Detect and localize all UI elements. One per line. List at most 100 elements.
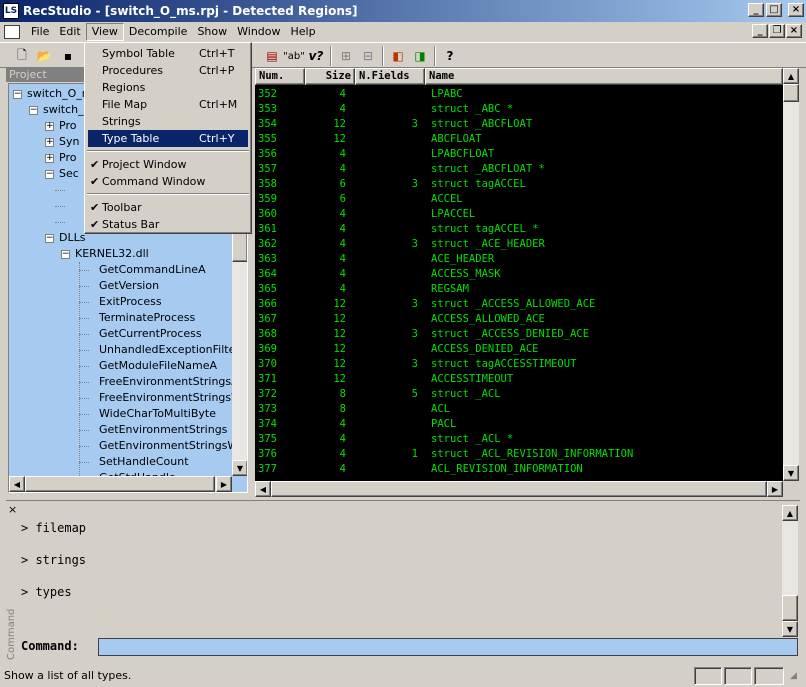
scroll-down-button[interactable]: ▼ [782,621,798,637]
table-horizontal-scrollbar[interactable]: ◀ ▶ [255,481,783,497]
menu-view[interactable]: View [85,23,124,41]
view-menu-item[interactable]: ✔ Project Window [88,156,248,173]
table-row[interactable]: 374 4 PACL [255,417,783,432]
menu-show[interactable]: Show [192,23,232,41]
tree-item[interactable]: Pro [59,118,76,134]
table-row[interactable]: 364 4 ACCESS_MASK [255,267,783,282]
scroll-up-button[interactable]: ▲ [783,68,799,84]
tree-item[interactable]: WideCharToMultiByte [99,406,216,422]
collapse-icon[interactable]: − [45,170,54,179]
menu-window[interactable]: Window [232,23,285,41]
tree-item[interactable]: SetHandleCount [99,454,189,470]
view-menu-item[interactable]: Type Table Ctrl+Y [88,130,248,147]
tree-item[interactable]: KERNEL32.dll [75,246,149,262]
save-icon[interactable]: ▪ [58,46,78,66]
variable-query-icon[interactable]: v? [306,46,326,66]
view-menu-item[interactable]: Symbol Table Ctrl+T [88,45,248,62]
scroll-down-button[interactable]: ▼ [232,460,247,476]
expand-icon[interactable]: + [45,138,54,147]
scroll-up-button[interactable]: ▲ [782,505,798,521]
scroll-right-button[interactable]: ▶ [767,481,783,497]
collapse-icon[interactable]: − [45,234,54,243]
document-icon[interactable]: ▤ [262,46,282,66]
regions-icon[interactable]: ⊟ [358,46,378,66]
col-size[interactable]: Size [305,68,355,85]
maximize-button[interactable]: □ [766,3,782,17]
table-row[interactable]: 363 4 ACE_HEADER [255,252,783,267]
table-row[interactable]: 366 12 3 struct _ACCESS_ALLOWED_ACE [255,297,783,312]
table-row[interactable]: 357 4 struct _ABCFLOAT * [255,162,783,177]
tree-item[interactable]: Sec [59,166,79,182]
view-menu-item[interactable]: Strings [88,113,248,130]
expand-icon[interactable]: + [45,154,54,163]
minimize-button[interactable]: _ [748,3,764,17]
tree-item[interactable]: GetEnvironmentStrings [99,422,227,438]
collapse-icon[interactable]: − [13,90,22,99]
mdi-restore-button[interactable]: ❐ [769,24,785,38]
mdi-close-button[interactable]: × [786,24,802,38]
view-menu-item[interactable]: ✔ Status Bar [88,216,248,233]
tree-item[interactable]: FreeEnvironmentStringsW [99,390,242,406]
collapse-icon[interactable]: − [61,250,70,259]
tree-item[interactable]: Syn [59,134,79,150]
scroll-thumb[interactable] [783,84,799,102]
tree-item[interactable]: TerminateProcess [99,310,195,326]
tree-item[interactable]: UnhandledExceptionFilter [99,342,240,358]
col-num[interactable]: Num. [255,68,305,85]
tree-item[interactable]: Pro [59,150,76,166]
table-row[interactable]: 358 6 3 struct tagACCEL [255,177,783,192]
command-vertical-scrollbar[interactable]: ▲ ▼ [782,505,798,637]
table-row[interactable]: 367 12 ACCESS_ALLOWED_ACE [255,312,783,327]
menu-file[interactable]: File [26,23,54,41]
tree-item[interactable]: ExitProcess [99,294,162,310]
scroll-left-button[interactable]: ◀ [255,481,271,497]
tree-item[interactable]: GetEnvironmentStringsW [99,438,238,454]
close-button[interactable]: × [788,3,804,17]
table-row[interactable]: 369 12 ACCESS_DENIED_ACE [255,342,783,357]
table-row[interactable]: 353 4 struct _ABC * [255,102,783,117]
tree-item[interactable]: DLLs [59,230,85,246]
table-row[interactable]: 371 12 ACCESSTIMEOUT [255,372,783,387]
view-menu-item[interactable]: Procedures Ctrl+P [88,62,248,79]
tree-item[interactable]: GetModuleFileNameA [99,358,217,374]
table-row[interactable]: 375 4 struct _ACL * [255,432,783,447]
table-row[interactable]: 356 4 LPABCFLOAT [255,147,783,162]
table-row[interactable]: 377 4 ACL_REVISION_INFORMATION [255,462,783,477]
tree-item[interactable]: FreeEnvironmentStringsA [99,374,239,390]
scroll-left-button[interactable]: ◀ [9,476,25,492]
view-menu-item[interactable]: ✔ Command Window [88,173,248,190]
windows-icon[interactable]: ◧ [388,46,408,66]
col-name[interactable]: Name [425,68,783,85]
tree-item[interactable]: switch_O_r [27,86,86,102]
table-row[interactable]: 360 4 LPACCEL [255,207,783,222]
types-table[interactable]: 352 4 LPABC 353 4 struct _ABC * 354 12 3 struct _… [255,85,783,481]
table-row[interactable]: 376 4 1 struct _ACL_REVISION_INFORMATION [255,447,783,462]
tree-item[interactable]: GetVersion [99,278,159,294]
table-row[interactable]: 373 8 ACL [255,402,783,417]
hscroll-thumb[interactable] [271,481,767,497]
tree-item[interactable]: GetCurrentProcess [99,326,202,342]
table-row[interactable]: 365 4 REGSAM [255,282,783,297]
collapse-icon[interactable]: − [29,106,38,115]
table-row[interactable]: 361 4 struct tagACCEL * [255,222,783,237]
document-icon[interactable] [4,25,20,39]
decompile-icon[interactable]: ⊞ [336,46,356,66]
table-row[interactable]: 359 6 ACCEL [255,192,783,207]
menu-edit[interactable]: Edit [54,23,85,41]
expand-icon[interactable]: + [45,122,54,131]
table-row[interactable]: 370 12 3 struct tagACCESSTIMEOUT [255,357,783,372]
table-row[interactable]: 354 12 3 struct _ABCFLOAT [255,117,783,132]
resize-grip[interactable]: ◢ [790,671,797,681]
tile-windows-icon[interactable]: ◨ [410,46,430,66]
view-menu-item[interactable]: ✔ Toolbar [88,199,248,216]
new-file-icon[interactable]: 🗋 [12,46,32,66]
string-icon[interactable]: "ab" [283,46,305,66]
close-pane-icon[interactable]: × [8,503,17,516]
view-menu-item[interactable]: Regions [88,79,248,96]
command-input[interactable] [98,638,798,656]
help-icon[interactable]: ? [440,46,460,66]
table-row[interactable]: 372 8 5 struct _ACL [255,387,783,402]
col-nfields[interactable]: N.Fields [355,68,425,85]
table-row[interactable]: 368 12 3 struct _ACCESS_DENIED_ACE [255,327,783,342]
mdi-minimize-button[interactable]: _ [752,24,768,38]
